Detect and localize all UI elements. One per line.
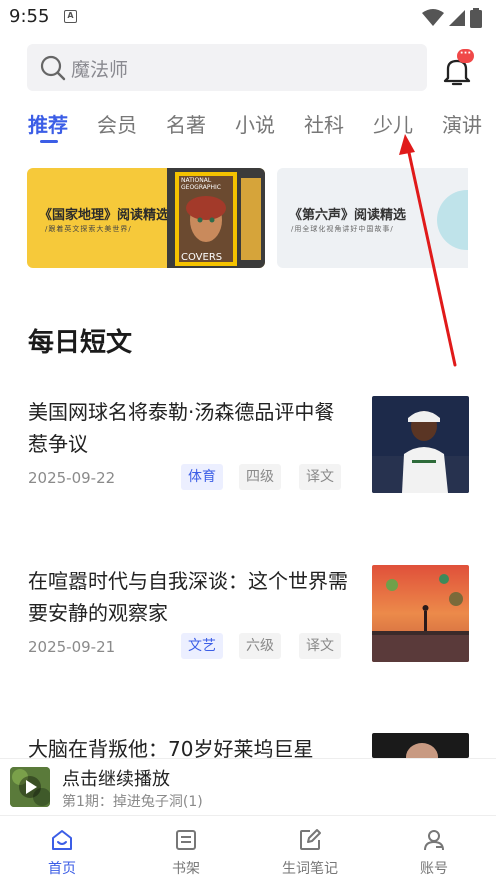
player-episode: 第1期：掉进兔子洞(1): [62, 794, 203, 810]
nav-label: 书架: [172, 861, 200, 877]
play-icon: [10, 767, 50, 807]
player-title: 点击继续播放: [62, 769, 170, 790]
magazine-text-geographic: GEOGRAPHIC: [181, 184, 221, 191]
tab-member[interactable]: 会员: [97, 109, 137, 138]
tab-classics[interactable]: 名著: [166, 109, 206, 138]
nav-vocab-notes[interactable]: 生词笔记: [248, 816, 372, 883]
article-thumbnail: [372, 396, 469, 493]
bottom-nav: 首页 书架 生词笔记 账号: [0, 815, 496, 883]
tab-novel[interactable]: 小说: [235, 109, 275, 138]
tab-speech[interactable]: 演讲: [442, 109, 482, 138]
battery-icon: [470, 8, 482, 28]
article-thumbnail: [372, 733, 469, 758]
tab-social-science[interactable]: 社科: [304, 109, 344, 138]
status-indicators: [422, 8, 482, 28]
article-title: 大脑在背叛他：70岁好莱坞巨星: [28, 737, 314, 758]
banner-title: 《第六声》阅读精选: [289, 208, 407, 223]
banner-carousel: 《国家地理》阅读精选 /跟着英文探索大美世界/ NATIONAL GEOGRAP…: [27, 168, 468, 268]
tag-level: 六级: [239, 633, 281, 659]
tag-translation: 译文: [299, 633, 341, 659]
magazine-text-covers: COVERS: [181, 252, 222, 263]
search-input[interactable]: 魔法师: [27, 44, 427, 91]
banner-national-geographic[interactable]: 《国家地理》阅读精选 /跟着英文探索大美世界/ NATIONAL GEOGRAP…: [27, 168, 265, 268]
tag-translation: 译文: [299, 464, 341, 490]
search-icon: [40, 55, 66, 81]
article-title: 在喧嚣时代与自我深谈：这个世界需要安静的观察家: [28, 569, 348, 625]
bookshelf-icon: [176, 830, 196, 850]
status-bar: 9:55 A: [0, 0, 496, 34]
player-cover[interactable]: [10, 767, 50, 807]
signal-icon: [449, 10, 465, 26]
nav-account[interactable]: 账号: [372, 816, 496, 883]
magazine-text-national: NATIONAL: [181, 177, 212, 184]
tag-category: 文艺: [181, 633, 223, 659]
nav-label: 账号: [420, 861, 448, 877]
article-item[interactable]: 大脑在背叛他：70岁好莱坞巨星: [28, 733, 469, 758]
notification-a-icon: A: [64, 10, 77, 23]
search-row: 魔法师 ···: [27, 44, 477, 92]
banner-decoration: [437, 190, 468, 250]
nav-label: 首页: [48, 861, 76, 877]
active-tab-indicator: [40, 140, 58, 143]
article-date: 2025-09-21: [28, 638, 116, 656]
article-item[interactable]: 美国网球名将泰勒·汤森德品评中餐惹争议 2025-09-22 体育 四级 译文: [28, 396, 469, 494]
article-thumbnail: [372, 565, 469, 662]
article-date: 2025-09-22: [28, 469, 116, 487]
magazine-cover-image: NATIONAL GEOGRAPHIC COVERS: [167, 168, 265, 268]
mini-player[interactable]: 点击继续播放 第1期：掉进兔子洞(1): [0, 758, 496, 815]
home-icon: [52, 830, 72, 850]
note-edit-icon: [300, 829, 321, 850]
search-placeholder: 魔法师: [71, 59, 129, 81]
banner-subtitle: /跟着英文探索大美世界/: [45, 225, 132, 233]
nav-label: 生词笔记: [282, 861, 338, 877]
tag-category: 体育: [181, 464, 223, 490]
tab-children[interactable]: 少儿: [373, 109, 413, 138]
status-time: 9:55: [9, 6, 50, 27]
notification-badge: ···: [457, 49, 474, 63]
banner-sixth-tone[interactable]: 《第六声》阅读精选 /用全球化视角讲好中国故事/: [277, 168, 468, 268]
article-item[interactable]: 在喧嚣时代与自我深谈：这个世界需要安静的观察家 2025-09-21 文艺 六级…: [28, 565, 469, 663]
banner-title: 《国家地理》阅读精选: [39, 208, 170, 223]
section-title: 每日短文: [28, 328, 133, 358]
wifi-icon: [422, 9, 444, 26]
nav-home[interactable]: 首页: [0, 816, 124, 883]
tab-recommend[interactable]: 推荐: [28, 109, 68, 138]
nav-bookshelf[interactable]: 书架: [124, 816, 248, 883]
banner-subtitle: /用全球化视角讲好中国故事/: [291, 225, 394, 233]
article-title: 美国网球名将泰勒·汤森德品评中餐惹争议: [28, 400, 335, 456]
account-icon: [424, 830, 444, 851]
tag-level: 四级: [239, 464, 281, 490]
category-tabs: 推荐 会员 名著 小说 社科 少儿 演讲: [0, 108, 496, 148]
